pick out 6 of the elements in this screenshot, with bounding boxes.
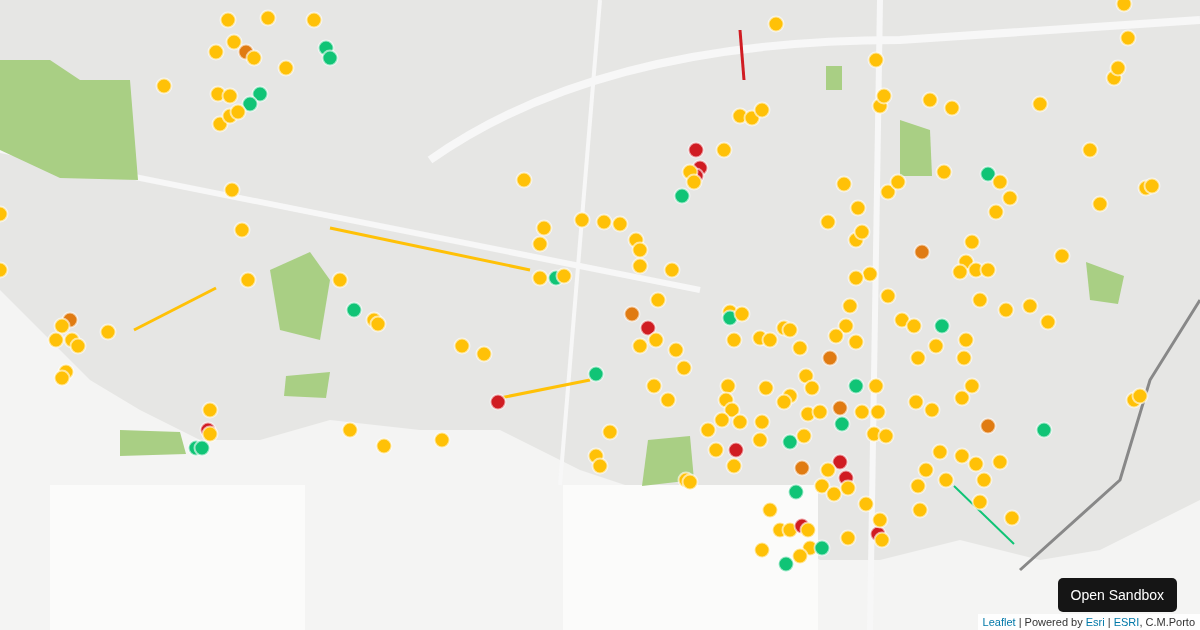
attribution-label: | Powered by: [1017, 616, 1084, 628]
attribution-link[interactable]: Leaflet: [982, 616, 1016, 628]
attribution-label: , C.M.Porto: [1139, 616, 1195, 628]
open-sandbox-button[interactable]: Open Sandbox: [1057, 578, 1177, 612]
attribution-link[interactable]: Esri: [1085, 616, 1105, 628]
attribution-label: |: [1106, 616, 1112, 628]
